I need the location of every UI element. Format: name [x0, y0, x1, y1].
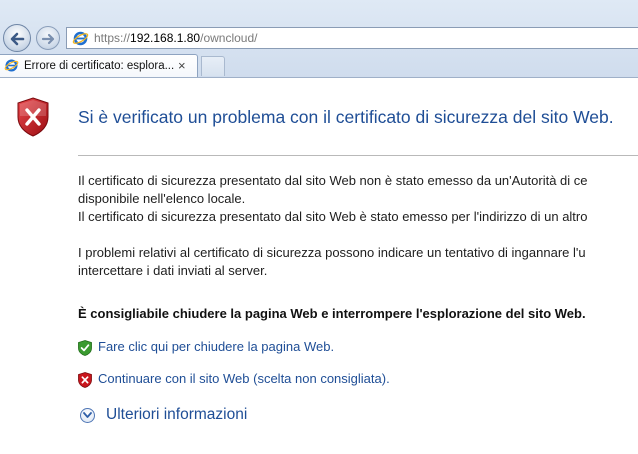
ie-logo-icon	[72, 31, 89, 46]
green-shield-check-icon	[78, 340, 92, 356]
back-arrow-icon	[10, 32, 25, 46]
browser-chrome: https://192.168.1.80/owncloud/ Errore di…	[0, 0, 638, 78]
continue-to-site-link-text[interactable]: Continuare con il sito Web (scelta non c…	[98, 371, 390, 386]
back-button[interactable]	[3, 24, 31, 52]
browser-tab-active[interactable]: Errore di certificato: esplora... ×	[0, 54, 198, 78]
explanation-line: intercettare i dati inviati al server.	[78, 263, 268, 278]
chevron-down-icon	[83, 412, 92, 418]
explanation-line: Il certificato di sicurezza presentato d…	[78, 173, 588, 188]
explanation-line: disponibile nell'elenco locale.	[78, 191, 246, 206]
url-scheme: https://	[94, 31, 131, 45]
url-text[interactable]: https://192.168.1.80/owncloud/	[94, 31, 257, 45]
chrome-divider	[0, 77, 638, 78]
forward-arrow-icon	[41, 33, 55, 45]
address-bar[interactable]: https://192.168.1.80/owncloud/	[66, 27, 638, 49]
tab-title: Errore di certificato: esplora...	[24, 60, 175, 72]
close-page-link-text[interactable]: Fare clic qui per chiudere la pagina Web…	[98, 339, 334, 354]
url-path: /owncloud/	[200, 31, 258, 45]
explanation-line: Il certificato di sicurezza presentato d…	[78, 209, 588, 224]
new-tab-button[interactable]	[201, 56, 225, 76]
risk-explanation: I problemi relativi al certificato di si…	[78, 244, 586, 280]
page-title: Si è verificato un problema con il certi…	[78, 107, 614, 127]
shield-error-icon	[17, 97, 49, 137]
explanation-line: I problemi relativi al certificato di si…	[78, 245, 586, 260]
title-divider	[78, 155, 638, 156]
forward-button[interactable]	[36, 26, 60, 50]
url-host: 192.168.1.80	[130, 31, 201, 45]
blurred-background-menu	[20, 2, 638, 24]
expand-chevron-icon[interactable]	[80, 408, 95, 423]
recommendation-text: È consigliabile chiudere la pagina Web e…	[78, 306, 586, 321]
tab-ie-icon	[4, 59, 19, 72]
more-information-text[interactable]: Ulteriori informazioni	[106, 406, 247, 424]
certificate-explanation: Il certificato di sicurezza presentato d…	[78, 172, 588, 226]
close-tab-icon[interactable]: ×	[178, 59, 186, 73]
red-shield-x-icon	[78, 372, 92, 388]
